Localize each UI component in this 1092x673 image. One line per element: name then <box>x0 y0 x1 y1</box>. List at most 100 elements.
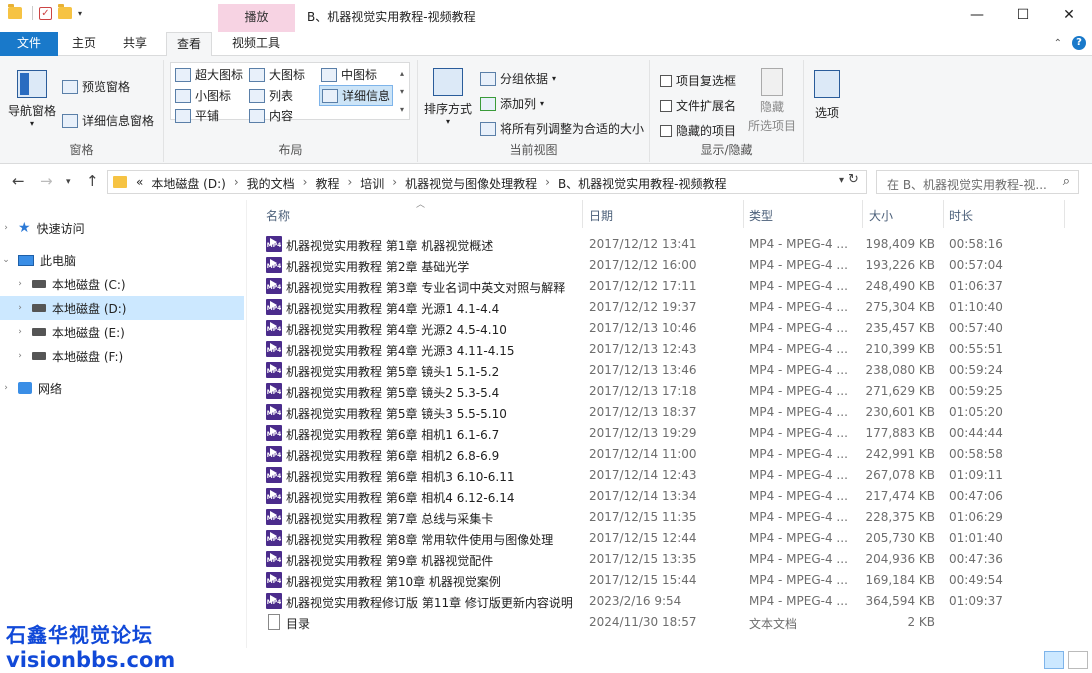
expand-chevron-icon[interactable]: › <box>14 351 26 361</box>
file-row[interactable]: 目录 2024/11/30 18:57 文本文档 2 KB <box>258 612 1078 633</box>
up-arrow-icon[interactable]: ↑ <box>86 172 99 190</box>
tab-home[interactable]: 主页 <box>62 32 106 56</box>
layout-details[interactable]: 详细信息 <box>319 85 394 106</box>
group-by-button[interactable]: 分组依据 ▾ <box>480 70 556 87</box>
details-view-icon[interactable] <box>1044 651 1064 669</box>
tab-file[interactable]: 文件 <box>0 32 58 56</box>
layout-list[interactable]: 列表 <box>249 87 293 104</box>
context-tab-play[interactable]: 播放 <box>218 4 295 32</box>
preview-pane-button[interactable]: 预览窗格 <box>62 78 130 95</box>
tree-item-network[interactable]: › 网络 <box>0 376 244 400</box>
add-column-button[interactable]: 添加列 ▾ <box>480 95 544 112</box>
tree-item-drive-c[interactable]: › 本地磁盘 (C:) <box>0 272 244 296</box>
breadcrumb-item[interactable]: 机器视觉与图像处理教程 <box>401 175 541 192</box>
close-button[interactable]: ✕ <box>1046 0 1092 30</box>
tab-view[interactable]: 查看 <box>166 32 212 57</box>
layout-scroll-arrows-icon[interactable]: ▴ ▾ ▾ <box>397 65 407 119</box>
breadcrumb-separator-icon[interactable]: › <box>388 175 401 192</box>
layout-small-icons[interactable]: 小图标 <box>175 87 231 104</box>
collapse-ribbon-chevron-icon[interactable]: ⌃ <box>1054 38 1062 49</box>
file-row[interactable]: MP4 机器视觉实用教程 第4章 光源3 4.11-4.15 2017/12/13 … <box>258 339 1078 360</box>
file-row[interactable]: MP4 机器视觉实用教程 第9章 机器视觉配件 2017/12/15 13:35 MP… <box>258 549 1078 570</box>
tab-share[interactable]: 共享 <box>110 32 160 56</box>
expand-chevron-icon[interactable]: › <box>14 327 26 337</box>
details-pane-button[interactable]: 详细信息窗格 <box>62 112 154 129</box>
file-row[interactable]: MP4 机器视觉实用教程 第8章 常用软件使用与图像处理 2017/12/15 12… <box>258 528 1078 549</box>
layout-tiles[interactable]: 平铺 <box>175 107 219 124</box>
expand-chevron-icon[interactable]: › <box>0 383 12 393</box>
options-button[interactable]: 选项 <box>814 70 840 121</box>
column-header-type[interactable]: 类型 <box>744 200 862 228</box>
file-row[interactable]: MP4 机器视觉实用教程修订版 第11章 修订版更新内容说明 2023/2/16 9… <box>258 591 1078 612</box>
column-divider[interactable] <box>1064 200 1065 228</box>
file-row[interactable]: MP4 机器视觉实用教程 第6章 相机2 6.8-6.9 2017/12/14 11… <box>258 444 1078 465</box>
sort-by-button[interactable]: 排序方式 ▾ <box>424 68 472 126</box>
breadcrumb-separator-icon[interactable]: › <box>230 175 243 192</box>
breadcrumb-item[interactable]: 本地磁盘 (D:) <box>147 175 229 192</box>
back-arrow-icon[interactable]: ← <box>12 172 25 190</box>
help-icon[interactable]: ? <box>1072 36 1086 50</box>
fit-columns-button[interactable]: 将所有列调整为合适的大小 <box>480 120 644 137</box>
collapse-chevron-icon[interactable]: ⌄ <box>0 255 12 265</box>
refresh-icon[interactable]: ↻ <box>848 172 859 187</box>
pane-splitter[interactable] <box>246 200 247 648</box>
nav-pane-button[interactable]: 导航窗格 ▾ <box>8 70 56 128</box>
tab-video-tools[interactable]: 视频工具 <box>220 32 292 56</box>
expand-chevron-icon[interactable]: › <box>0 223 12 233</box>
breadcrumb-item[interactable]: B、机器视觉实用教程-视频教程 <box>554 175 731 192</box>
file-row[interactable]: MP4 机器视觉实用教程 第5章 镜头2 5.3-5.4 2017/12/13 17… <box>258 381 1078 402</box>
minimize-button[interactable]: — <box>954 0 1000 30</box>
tree-item-this-pc[interactable]: ⌄ 此电脑 <box>0 248 244 272</box>
checkbox[interactable] <box>660 99 672 112</box>
file-row[interactable]: MP4 机器视觉实用教程 第6章 相机3 6.10-6.11 2017/12/14 … <box>258 465 1078 486</box>
layout-large-icons[interactable]: 大图标 <box>249 66 305 83</box>
tree-item-drive-e[interactable]: › 本地磁盘 (E:) <box>0 320 244 344</box>
file-row[interactable]: MP4 机器视觉实用教程 第3章 专业名词中英文对照与解释 2017/12/12 1… <box>258 276 1078 297</box>
expand-chevron-icon[interactable]: › <box>14 303 26 313</box>
layout-extra-large-icons[interactable]: 超大图标 <box>175 66 243 83</box>
breadcrumb-separator-icon[interactable]: › <box>343 175 356 192</box>
file-row[interactable]: MP4 机器视觉实用教程 第7章 总线与采集卡 2017/12/15 11:35 MP… <box>258 507 1078 528</box>
tree-item-drive-d[interactable]: › 本地磁盘 (D:) <box>0 296 244 320</box>
file-row[interactable]: MP4 机器视觉实用教程 第4章 光源1 4.1-4.4 2017/12/12 19… <box>258 297 1078 318</box>
column-header-date[interactable]: 日期 <box>583 200 743 228</box>
column-header-duration[interactable]: 时长 <box>944 200 1064 228</box>
item-checkboxes-toggle[interactable]: 项目复选框 <box>660 72 736 89</box>
file-row[interactable]: MP4 机器视觉实用教程 第2章 基础光学 2017/12/12 16:00 MP4 … <box>258 255 1078 276</box>
file-row[interactable]: MP4 机器视觉实用教程 第5章 镜头3 5.5-5.10 2017/12/13 1… <box>258 402 1078 423</box>
column-header-name[interactable]: 名称 <box>258 200 582 228</box>
address-bar[interactable]: « 本地磁盘 (D:) › 我的文档 › 教程 › 培训 › 机器视觉与图像处理… <box>107 170 867 194</box>
file-row[interactable]: MP4 机器视觉实用教程 第4章 光源2 4.5-4.10 2017/12/13 1… <box>258 318 1078 339</box>
large-icons-view-icon[interactable] <box>1068 651 1088 669</box>
expand-chevron-icon[interactable]: › <box>14 279 26 289</box>
search-icon[interactable]: ⌕ <box>1063 174 1070 189</box>
new-folder-icon[interactable] <box>58 4 72 19</box>
tree-item-quick-access[interactable]: › ★ 快速访问 <box>0 216 244 240</box>
breadcrumb-separator-icon[interactable]: › <box>541 175 554 192</box>
layout-medium-icons[interactable]: 中图标 <box>321 66 377 83</box>
breadcrumb-overflow[interactable]: « <box>132 175 147 192</box>
checkbox[interactable] <box>660 74 672 87</box>
forward-arrow-icon[interactable]: → <box>40 172 53 190</box>
hide-selected-button[interactable]: 隐藏 所选项目 <box>748 68 796 134</box>
checkbox[interactable] <box>660 124 672 137</box>
file-row[interactable]: MP4 机器视觉实用教程 第6章 相机4 6.12-6.14 2017/12/14 … <box>258 486 1078 507</box>
search-input[interactable]: 在 B、机器视觉实用教程-视... ⌕ <box>876 170 1079 194</box>
column-header-size[interactable]: 大小 <box>863 200 943 228</box>
address-history-chevron-icon[interactable]: ▾ <box>839 175 844 186</box>
file-row[interactable]: MP4 机器视觉实用教程 第6章 相机1 6.1-6.7 2017/12/13 19… <box>258 423 1078 444</box>
customize-toolbar-chevron-icon[interactable]: ▾ <box>78 9 82 18</box>
tree-item-drive-f[interactable]: › 本地磁盘 (F:) <box>0 344 244 368</box>
file-extensions-toggle[interactable]: 文件扩展名 <box>660 97 736 114</box>
file-row[interactable]: MP4 机器视觉实用教程 第5章 镜头1 5.1-5.2 2017/12/13 13… <box>258 360 1078 381</box>
properties-icon[interactable]: ✓ <box>39 6 52 20</box>
breadcrumb-item[interactable]: 我的文档 <box>243 175 299 192</box>
breadcrumb-item[interactable]: 教程 <box>311 175 343 192</box>
file-row[interactable]: MP4 机器视觉实用教程 第1章 机器视觉概述 2017/12/12 13:41 MP… <box>258 234 1078 255</box>
breadcrumb-separator-icon[interactable]: › <box>299 175 312 192</box>
layout-content[interactable]: 内容 <box>249 107 293 124</box>
hidden-items-toggle[interactable]: 隐藏的项目 <box>660 122 736 139</box>
recent-locations-chevron-icon[interactable]: ▾ <box>66 177 71 187</box>
breadcrumb-item[interactable]: 培训 <box>356 175 388 192</box>
maximize-button[interactable]: ☐ <box>1000 0 1046 30</box>
